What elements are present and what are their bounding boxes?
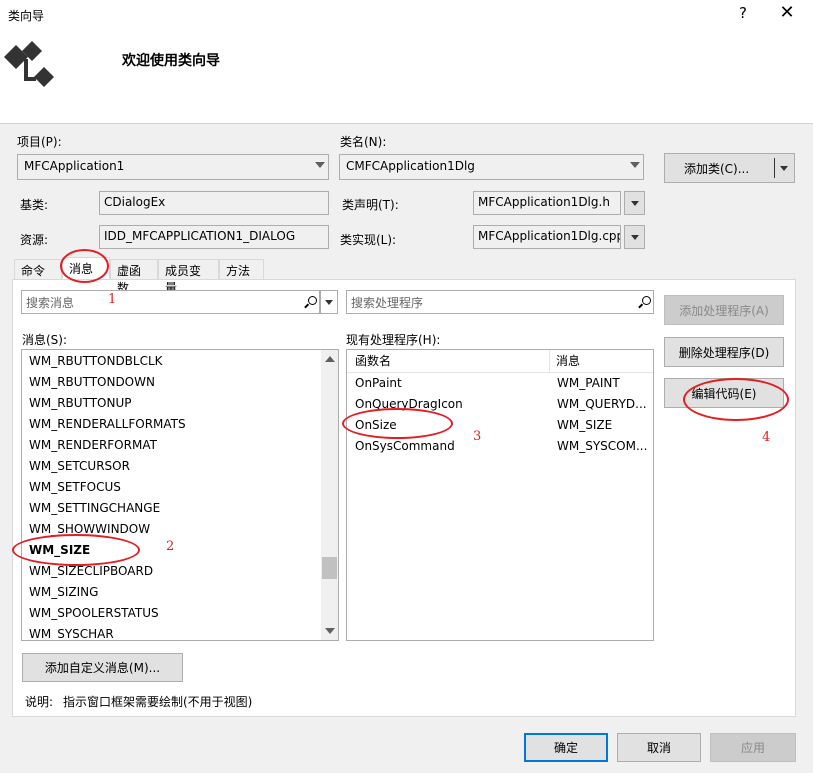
chevron-down-icon[interactable] (780, 166, 788, 171)
resource-label: 资源: (20, 233, 49, 247)
handlers-list[interactable]: 函数名 消息 OnPaint WM_PAINT OnQueryDragIcon … (346, 349, 654, 641)
list-item[interactable]: WM_SYSCHAR (22, 624, 338, 640)
list-item[interactable]: WM_RENDERFORMAT (22, 435, 338, 456)
resource-field: IDD_MFCAPPLICATION1_DIALOG (99, 225, 329, 249)
search-messages-input[interactable]: 搜索消息 (21, 290, 320, 314)
classname-combo[interactable]: CMFCApplication1Dlg (339, 154, 644, 180)
handler-message: WM_SIZE (557, 418, 613, 432)
class-impl-label: 类实现(L): (340, 233, 397, 247)
annotation-circle (12, 534, 140, 566)
handler-message: WM_SYSCOM... (557, 439, 648, 453)
search-messages-placeholder: 搜索消息 (26, 296, 75, 310)
annotation-circle (342, 408, 453, 439)
page-title: 欢迎使用类向导 (122, 53, 220, 69)
search-handlers-input[interactable]: 搜索处理程序 (346, 290, 654, 314)
tab-virtual-functions[interactable]: 虚函数 (110, 259, 158, 295)
add-handler-button[interactable]: 添加处理程序(A) (664, 295, 784, 325)
delete-handler-button[interactable]: 删除处理程序(D) (664, 337, 784, 367)
apply-button[interactable]: 应用 (710, 733, 796, 762)
class-impl-dropdown[interactable] (624, 225, 645, 249)
handler-function: OnPaint (355, 376, 402, 390)
column-header-message[interactable]: 消息 (550, 350, 580, 372)
title-bar (0, 0, 813, 30)
list-item[interactable]: WM_SETTINGCHANGE (22, 498, 338, 519)
class-decl-dropdown[interactable] (624, 191, 645, 215)
annotation-number: 3 (473, 429, 482, 444)
class-wizard-icon (4, 41, 54, 87)
description-text: 指示窗口框架需要绘制(不用于视图) (63, 695, 253, 709)
list-item[interactable]: WM_SETCURSOR (22, 456, 338, 477)
handler-message: WM_QUERYD... (557, 397, 647, 411)
split-divider (774, 158, 775, 178)
scroll-thumb[interactable] (322, 557, 337, 579)
class-decl-label: 类声明(T): (342, 198, 399, 212)
list-item[interactable]: WM_RBUTTONDBLCLK (22, 351, 338, 372)
base-field: CDialogEx (99, 191, 329, 215)
annotation-number: 2 (166, 539, 175, 554)
add-custom-message-button[interactable]: 添加自定义消息(M)... (22, 653, 183, 682)
project-label: 项目(P): (17, 135, 62, 149)
annotation-circle (60, 249, 109, 283)
class-impl-field[interactable]: MFCApplication1Dlg.cpp (473, 225, 621, 249)
close-button[interactable]: ✕ (772, 2, 802, 23)
project-combo[interactable]: MFCApplication1 (17, 154, 329, 180)
list-item[interactable]: WM_SIZING (22, 582, 338, 603)
annotation-circle (683, 378, 789, 421)
scroll-up-icon[interactable] (325, 356, 335, 362)
messages-list[interactable]: WM_RBUTTONDBLCLK WM_RBUTTONDOWN WM_RBUTT… (21, 349, 339, 641)
annotation-number: 4 (762, 430, 771, 445)
description-label: 说明: (25, 695, 54, 709)
project-value: MFCApplication1 (24, 159, 125, 173)
window-title: 类向导 (8, 9, 45, 23)
list-item[interactable]: WM_RENDERALLFORMATS (22, 414, 338, 435)
ok-button[interactable]: 确定 (524, 733, 608, 762)
messages-scrollbar[interactable] (321, 350, 338, 640)
table-row[interactable]: OnPaint WM_PAINT (347, 373, 653, 394)
base-label: 基类: (20, 198, 49, 212)
search-icon (308, 296, 317, 305)
chevron-down-icon (630, 162, 640, 168)
list-item[interactable]: WM_RBUTTONUP (22, 393, 338, 414)
chevron-down-icon (630, 200, 639, 206)
add-class-button[interactable]: 添加类(C)... (664, 153, 795, 183)
tab-commands[interactable]: 命令 (14, 259, 62, 280)
add-class-label: 添加类(C)... (684, 161, 750, 176)
chevron-down-icon (325, 299, 333, 305)
class-decl-field[interactable]: MFCApplication1Dlg.h (473, 191, 621, 215)
list-item[interactable]: WM_SPOOLERSTATUS (22, 603, 338, 624)
list-item[interactable]: WM_RBUTTONDOWN (22, 372, 338, 393)
handler-message: WM_PAINT (557, 376, 620, 390)
search-icon (642, 296, 651, 305)
cancel-button[interactable]: 取消 (617, 733, 701, 762)
annotation-number: 1 (108, 292, 117, 307)
table-row[interactable]: OnSysCommand WM_SYSCOM... (347, 436, 653, 457)
tab-methods[interactable]: 方法 (219, 259, 264, 280)
chevron-down-icon (315, 162, 325, 168)
tab-member-variables[interactable]: 成员变量 (158, 259, 219, 295)
scroll-down-icon[interactable] (325, 628, 335, 634)
wizard-header (0, 30, 813, 124)
list-item[interactable]: WM_SETFOCUS (22, 477, 338, 498)
handlers-label: 现有处理程序(H): (346, 333, 441, 347)
handler-function: OnSysCommand (355, 439, 455, 453)
messages-label: 消息(S): (22, 333, 68, 347)
chevron-down-icon (630, 234, 639, 240)
column-header-function[interactable]: 函数名 (347, 350, 550, 372)
help-button[interactable]: ? (733, 4, 753, 22)
search-handlers-placeholder: 搜索处理程序 (351, 296, 424, 310)
classname-label: 类名(N): (340, 135, 387, 149)
handlers-header: 函数名 消息 (347, 350, 653, 373)
classname-value: CMFCApplication1Dlg (346, 159, 475, 173)
search-messages-dropdown[interactable] (320, 290, 338, 314)
